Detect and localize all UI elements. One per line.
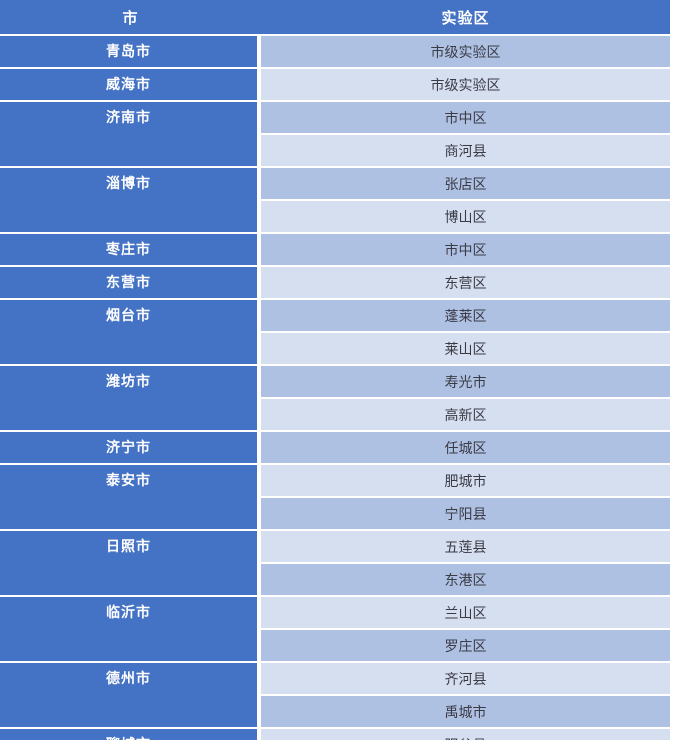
table-row: 聊城市阳谷县 xyxy=(0,729,670,740)
city-label: 烟台市 xyxy=(106,307,151,323)
city-cell: 临沂市 xyxy=(0,597,261,663)
city-label: 日照市 xyxy=(106,538,151,554)
zone-cell: 市级实验区 xyxy=(261,69,670,102)
zone-cell: 莱山区 xyxy=(261,333,670,366)
zone-cell: 商河县 xyxy=(261,135,670,168)
city-label: 青岛市 xyxy=(106,43,151,59)
table-row: 青岛市 市级实验区 xyxy=(0,36,670,69)
zone-cell: 阳谷县 xyxy=(261,729,670,740)
zone-cell: 市级实验区 xyxy=(261,36,670,69)
table-body: 青岛市 市级实验区 威海市 市级实验区 济南市 市中区 商河县 淄博市 张店区 博山区 枣庄市 市中区… xyxy=(0,36,670,740)
table-row: 淄博市 张店区 xyxy=(0,168,670,234)
table-header: 市 实验区 xyxy=(0,0,670,36)
city-cell: 济宁市 xyxy=(0,432,261,465)
table-row: 济宁市 任城区 xyxy=(0,432,670,465)
city-label: 淄博市 xyxy=(106,175,151,191)
zone-cell: 肥城市 xyxy=(261,465,670,498)
city-label: 东营市 xyxy=(106,274,151,290)
zone-cell: 禹城市 xyxy=(261,696,670,729)
zone-cell: 张店区 xyxy=(261,168,670,201)
table-row: 枣庄市 市中区 xyxy=(0,234,670,267)
city-cell: 威海市 xyxy=(0,69,261,102)
city-label: 威海市 xyxy=(106,76,151,92)
zone-cell: 宁阳县 xyxy=(261,498,670,531)
zone-cell: 市中区 xyxy=(261,102,670,135)
city-cell: 烟台市 xyxy=(0,300,261,366)
zone-cell: 寿光市 xyxy=(261,366,670,399)
table-row: 威海市 市级实验区 xyxy=(0,69,670,102)
city-cell: 潍坊市 xyxy=(0,366,261,432)
column-header-city: 市 xyxy=(0,0,261,36)
zone-cell: 蓬莱区 xyxy=(261,300,670,333)
city-cell: 淄博市 xyxy=(0,168,261,234)
zone-cell: 东港区 xyxy=(261,564,670,597)
city-label: 枣庄市 xyxy=(106,241,151,257)
table-row: 德州市 齐河县 xyxy=(0,663,670,729)
city-label: 德州市 xyxy=(106,670,151,686)
city-cell: 泰安市 xyxy=(0,465,261,531)
city-cell: 日照市 xyxy=(0,531,261,597)
city-cell: 聊城市 xyxy=(0,729,261,740)
experimental-zone-table: 市 实验区 青岛市 市级实验区 威海市 市级实验区 济南市 市中区 商河县 淄博市 张店区 博山区… xyxy=(0,0,670,740)
zone-cell: 罗庄区 xyxy=(261,630,670,663)
zone-cell: 博山区 xyxy=(261,201,670,234)
zone-cell: 五莲县 xyxy=(261,531,670,564)
table-row: 泰安市 肥城市 xyxy=(0,465,670,531)
table-row: 济南市 市中区 xyxy=(0,102,670,168)
table-header-row: 市 实验区 xyxy=(0,0,670,36)
city-label: 临沂市 xyxy=(106,604,151,620)
city-cell: 枣庄市 xyxy=(0,234,261,267)
city-cell: 青岛市 xyxy=(0,36,261,69)
zone-cell: 市中区 xyxy=(261,234,670,267)
city-label: 潍坊市 xyxy=(106,373,151,389)
zone-cell: 兰山区 xyxy=(261,597,670,630)
zone-cell: 高新区 xyxy=(261,399,670,432)
city-cell: 济南市 xyxy=(0,102,261,168)
zone-cell: 任城区 xyxy=(261,432,670,465)
zone-cell: 齐河县 xyxy=(261,663,670,696)
table-row: 日照市 五莲县 xyxy=(0,531,670,597)
city-label: 济宁市 xyxy=(106,439,151,455)
table-row: 烟台市 蓬莱区 xyxy=(0,300,670,366)
experimental-zone-table-container: 市 实验区 青岛市 市级实验区 威海市 市级实验区 济南市 市中区 商河县 淄博市 张店区 博山区… xyxy=(0,0,678,740)
table-row: 潍坊市 寿光市 xyxy=(0,366,670,432)
city-cell: 德州市 xyxy=(0,663,261,729)
zone-cell: 东营区 xyxy=(261,267,670,300)
table-row: 东营市 东营区 xyxy=(0,267,670,300)
city-label: 聊城市 xyxy=(0,729,257,740)
city-label: 济南市 xyxy=(106,109,151,125)
table-row: 临沂市 兰山区 xyxy=(0,597,670,663)
city-cell: 东营市 xyxy=(0,267,261,300)
column-header-zone: 实验区 xyxy=(261,0,670,36)
city-label: 泰安市 xyxy=(106,472,151,488)
